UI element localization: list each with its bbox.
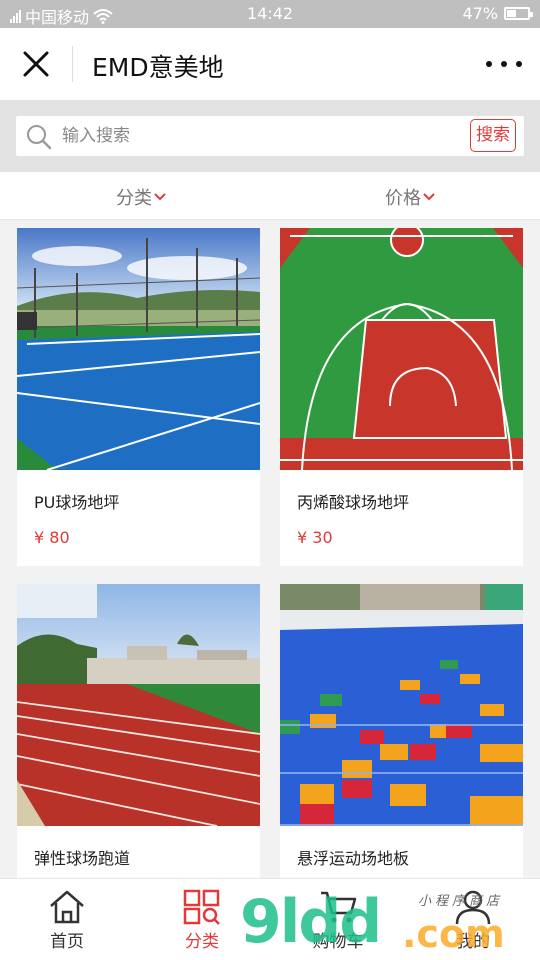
product-image xyxy=(17,584,260,826)
tab-bar: 首页 分类 购物车 我的 xyxy=(0,878,540,960)
filter-category-label: 分类 xyxy=(116,188,152,209)
product-price: ¥ 80 xyxy=(34,528,70,547)
cart-icon xyxy=(321,891,357,923)
tab-mine[interactable]: 我的 xyxy=(423,885,523,957)
tab-mine-label: 我的 xyxy=(456,932,490,952)
tab-home-label: 首页 xyxy=(50,932,84,952)
search-bar: 搜索 xyxy=(0,100,540,172)
battery-level xyxy=(507,10,516,17)
tab-cart[interactable]: 购物车 xyxy=(288,885,388,957)
product-card[interactable]: 丙烯酸球场地坪 ¥ 30 xyxy=(280,228,523,566)
search-icon xyxy=(27,125,52,150)
product-image xyxy=(280,584,523,826)
tab-home[interactable]: 首页 xyxy=(17,885,117,957)
status-right: 47% xyxy=(462,4,533,23)
tab-cart-label: 购物车 xyxy=(312,932,364,952)
filter-price[interactable]: 价格 xyxy=(385,184,435,210)
product-card[interactable]: 弹性球场跑道 xyxy=(17,584,260,878)
filter-price-label: 价格 xyxy=(385,188,421,209)
search-input[interactable] xyxy=(62,121,462,151)
product-image xyxy=(17,228,260,470)
product-name: 悬浮运动场地板 xyxy=(297,849,410,868)
app-header: EMD意美地 xyxy=(0,28,540,100)
search-box: 搜索 xyxy=(16,116,524,156)
filter-bar: 分类 价格 xyxy=(0,172,540,220)
filter-category[interactable]: 分类 xyxy=(116,184,166,210)
search-button[interactable]: 搜索 xyxy=(470,119,516,152)
status-bar: 中国移动 14:42 47% xyxy=(0,0,540,28)
battery-icon xyxy=(504,7,533,20)
page-title: EMD意美地 xyxy=(92,53,224,82)
tab-category-label: 分类 xyxy=(185,932,219,952)
product-price: ¥ 30 xyxy=(297,528,333,547)
battery-percent: 47% xyxy=(462,4,498,23)
chevron-down-icon xyxy=(423,193,435,201)
tab-category[interactable]: 分类 xyxy=(152,885,252,957)
product-grid: PU球场地坪 ¥ 80 丙烯酸球场地坪 ¥ 30 弹性球场跑道 悬浮运动场地板 xyxy=(0,228,540,878)
product-card[interactable]: 悬浮运动场地板 xyxy=(280,584,523,878)
header-divider xyxy=(72,46,73,82)
product-name: PU球场地坪 xyxy=(34,493,120,512)
product-image xyxy=(280,228,523,470)
close-icon[interactable] xyxy=(18,46,54,82)
product-name: 丙烯酸球场地坪 xyxy=(297,493,410,512)
product-card[interactable]: PU球场地坪 ¥ 80 xyxy=(17,228,260,566)
user-icon xyxy=(455,890,491,925)
grid-search-icon xyxy=(183,889,220,925)
more-icon[interactable] xyxy=(486,50,522,78)
product-name: 弹性球场跑道 xyxy=(34,849,131,868)
chevron-down-icon xyxy=(154,193,166,201)
home-icon xyxy=(50,890,84,924)
clock: 14:42 xyxy=(246,4,294,23)
